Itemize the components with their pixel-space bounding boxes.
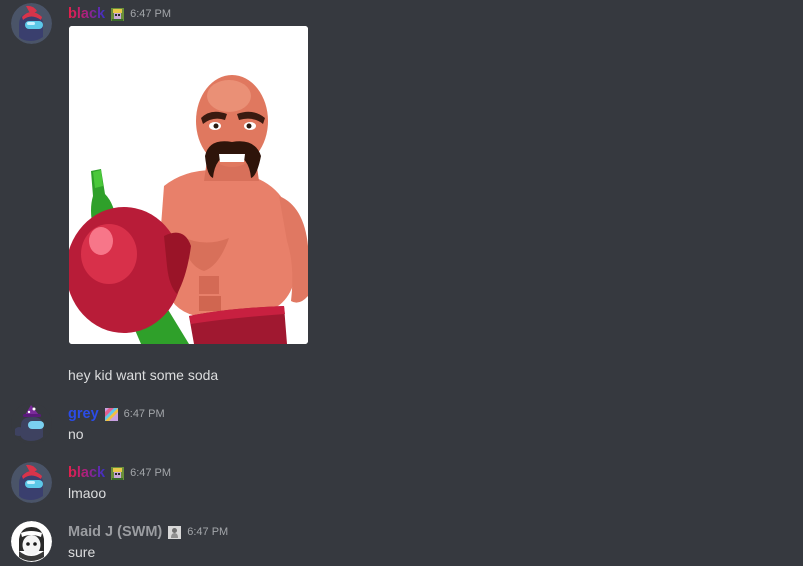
wrestler-soda-image xyxy=(69,26,308,344)
rainbow-cube-badge-icon[interactable] xyxy=(104,407,118,421)
crewmate-wizard-hat-icon xyxy=(11,403,52,444)
username[interactable]: black xyxy=(68,5,105,23)
crewmate-red-hat-icon xyxy=(11,462,52,503)
message-text: hey kid want some soda xyxy=(68,367,219,383)
crewmate-red-hat-icon xyxy=(11,3,52,44)
message-header: grey 6:47 PM xyxy=(68,405,165,423)
pixel-creature-badge-icon[interactable] xyxy=(111,7,125,21)
message-text: no xyxy=(68,426,84,442)
avatar-maid-j[interactable] xyxy=(11,521,52,562)
avatar-grey[interactable] xyxy=(11,403,52,444)
maid-character-icon xyxy=(11,521,52,562)
message-text: lmaoo xyxy=(68,485,107,501)
message-header: black 6:47 PM xyxy=(68,464,171,482)
message-header: Maid J (SWM) 6:47 PM xyxy=(68,523,228,541)
avatar-black[interactable] xyxy=(11,3,52,44)
avatar-black[interactable] xyxy=(11,462,52,503)
grey-figure-badge-icon[interactable] xyxy=(168,525,182,539)
timestamp: 6:47 PM xyxy=(130,467,172,479)
timestamp: 6:47 PM xyxy=(123,408,165,420)
chat-log: black 6:47 PM hey kid want some soda gre… xyxy=(0,0,803,566)
message-header: black 6:47 PM xyxy=(68,5,171,23)
username[interactable]: Maid J (SWM) xyxy=(68,523,162,541)
pixel-creature-badge-icon[interactable] xyxy=(111,466,125,480)
timestamp: 6:47 PM xyxy=(130,8,172,20)
username[interactable]: black xyxy=(68,464,105,482)
image-attachment-wrestler-soda[interactable] xyxy=(69,26,308,344)
message-text: sure xyxy=(68,544,96,560)
username[interactable]: grey xyxy=(68,405,99,423)
timestamp: 6:47 PM xyxy=(187,526,229,538)
